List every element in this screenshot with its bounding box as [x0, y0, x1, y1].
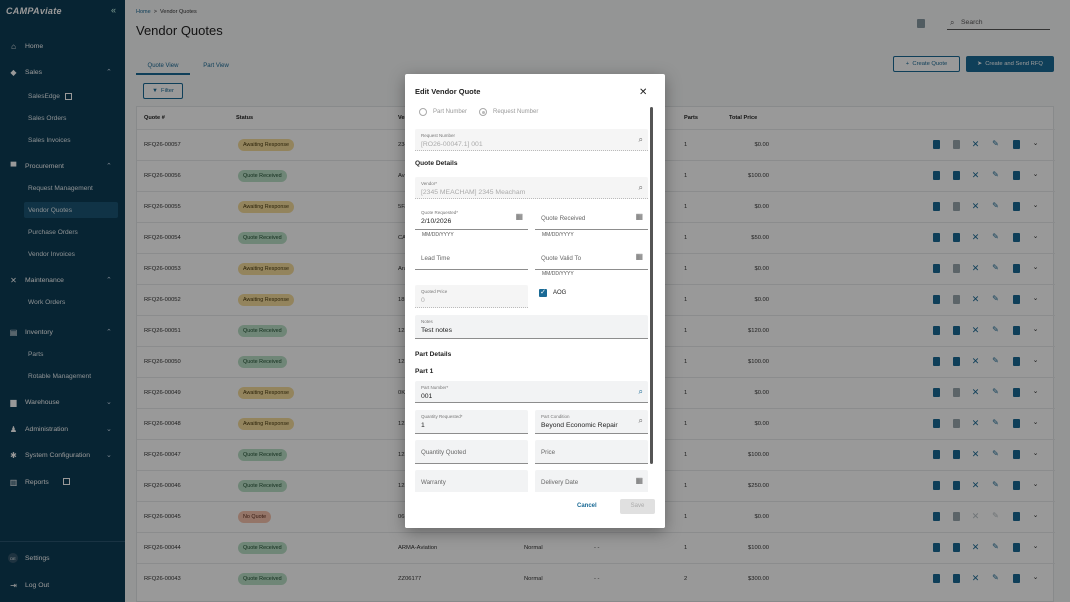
section-quote-details: Quote Details: [415, 160, 458, 167]
dialog-title: Edit Vendor Quote: [415, 87, 481, 96]
edit-vendor-quote-dialog: Edit Vendor Quote ✕ Part Number Request …: [405, 74, 665, 528]
lead-time-field[interactable]: Lead Time: [415, 246, 528, 270]
field-label: Notes: [421, 319, 433, 324]
field-label: Request Number: [421, 133, 456, 138]
field-placeholder: Price: [541, 449, 556, 456]
field-label: Part Condition: [541, 414, 570, 419]
field-placeholder: Quantity Quoted: [421, 449, 467, 456]
field-label: Vendor*: [421, 181, 438, 186]
radio-icon: [419, 108, 427, 116]
quote-requested-field[interactable]: Quote Requested* 2/10/2026 ▦: [415, 206, 528, 230]
date-format-hint: MM/DD/YYYY: [542, 232, 574, 238]
field-placeholder: Warranty: [421, 479, 446, 486]
field-placeholder: Quote Valid To: [541, 255, 582, 262]
field-placeholder: Lead Time: [421, 255, 450, 262]
calendar-icon[interactable]: ▦: [635, 252, 643, 261]
field-value: 001: [421, 393, 433, 400]
save-button[interactable]: Save: [620, 499, 655, 514]
field-value: [RO26-00047.1] 001: [421, 141, 483, 148]
part-condition-field[interactable]: Part Condition Beyond Economic Repair ⌕: [535, 410, 648, 434]
search-icon[interactable]: ⌕: [639, 416, 643, 426]
notes-field[interactable]: Notes Test notes: [415, 315, 648, 339]
field-placeholder: Quote Received: [541, 215, 586, 222]
quantity-requested-field[interactable]: Quantity Requested* 1: [415, 410, 528, 434]
quantity-quoted-field[interactable]: Quantity Quoted: [415, 440, 528, 464]
radio-selected-icon: [479, 108, 487, 116]
field-value: Test notes: [421, 327, 452, 334]
part-number-field[interactable]: Part Number* 001 ⌕: [415, 381, 648, 403]
date-format-hint: MM/DD/YYYY: [542, 271, 574, 277]
aog-checkbox[interactable]: ✓ AOG: [539, 289, 566, 297]
field-value: 1: [421, 422, 425, 429]
part-1-heading: Part 1: [415, 368, 434, 375]
price-field[interactable]: Price: [535, 440, 648, 464]
field-label: Quote Requested*: [421, 210, 459, 215]
radio-request-number[interactable]: Request Number: [479, 108, 538, 116]
checkbox-label: AOG: [553, 290, 567, 296]
request-number-field: Request Number [RO26-00047.1] 001 ⌕: [415, 129, 648, 151]
field-placeholder: Delivery Date: [541, 479, 579, 486]
field-value: 0: [421, 297, 425, 304]
radio-part-number[interactable]: Part Number: [419, 108, 467, 116]
radio-label: Part Number: [433, 109, 468, 115]
field-value: 2/10/2026: [421, 218, 452, 225]
close-icon[interactable]: ✕: [639, 87, 647, 98]
field-label: Quoted Price: [421, 289, 448, 294]
cancel-button[interactable]: Cancel: [577, 503, 597, 509]
calendar-icon[interactable]: ▦: [635, 212, 643, 221]
field-label: Part Number*: [421, 385, 449, 390]
search-icon: ⌕: [638, 183, 643, 192]
calendar-icon[interactable]: ▦: [635, 476, 643, 485]
date-format-hint: MM/DD/YYYY: [422, 232, 454, 238]
field-value: Beyond Economic Repair: [541, 422, 618, 429]
search-icon: ⌕: [638, 135, 643, 144]
radio-label: Request Number: [493, 109, 539, 115]
field-label: Quantity Requested*: [421, 414, 463, 419]
delivery-date-field[interactable]: Delivery Date ▦: [535, 470, 648, 494]
section-part-details: Part Details: [415, 351, 452, 358]
dialog-footer: Cancel Save: [405, 492, 665, 528]
field-value: [2345 MEACHAM] 2345 Meacham: [421, 189, 526, 196]
vendor-field: Vendor* [2345 MEACHAM] 2345 Meacham ⌕: [415, 177, 648, 199]
search-icon[interactable]: ⌕: [639, 387, 643, 397]
warranty-field[interactable]: Warranty: [415, 470, 528, 494]
checkbox-checked-icon: ✓: [539, 289, 547, 297]
quote-received-field[interactable]: Quote Received ▦: [535, 206, 648, 230]
quoted-price-field: Quoted Price 0: [415, 285, 528, 308]
calendar-icon[interactable]: ▦: [515, 212, 523, 221]
scrollbar[interactable]: [650, 107, 653, 464]
quote-valid-to-field[interactable]: Quote Valid To ▦: [535, 246, 648, 270]
